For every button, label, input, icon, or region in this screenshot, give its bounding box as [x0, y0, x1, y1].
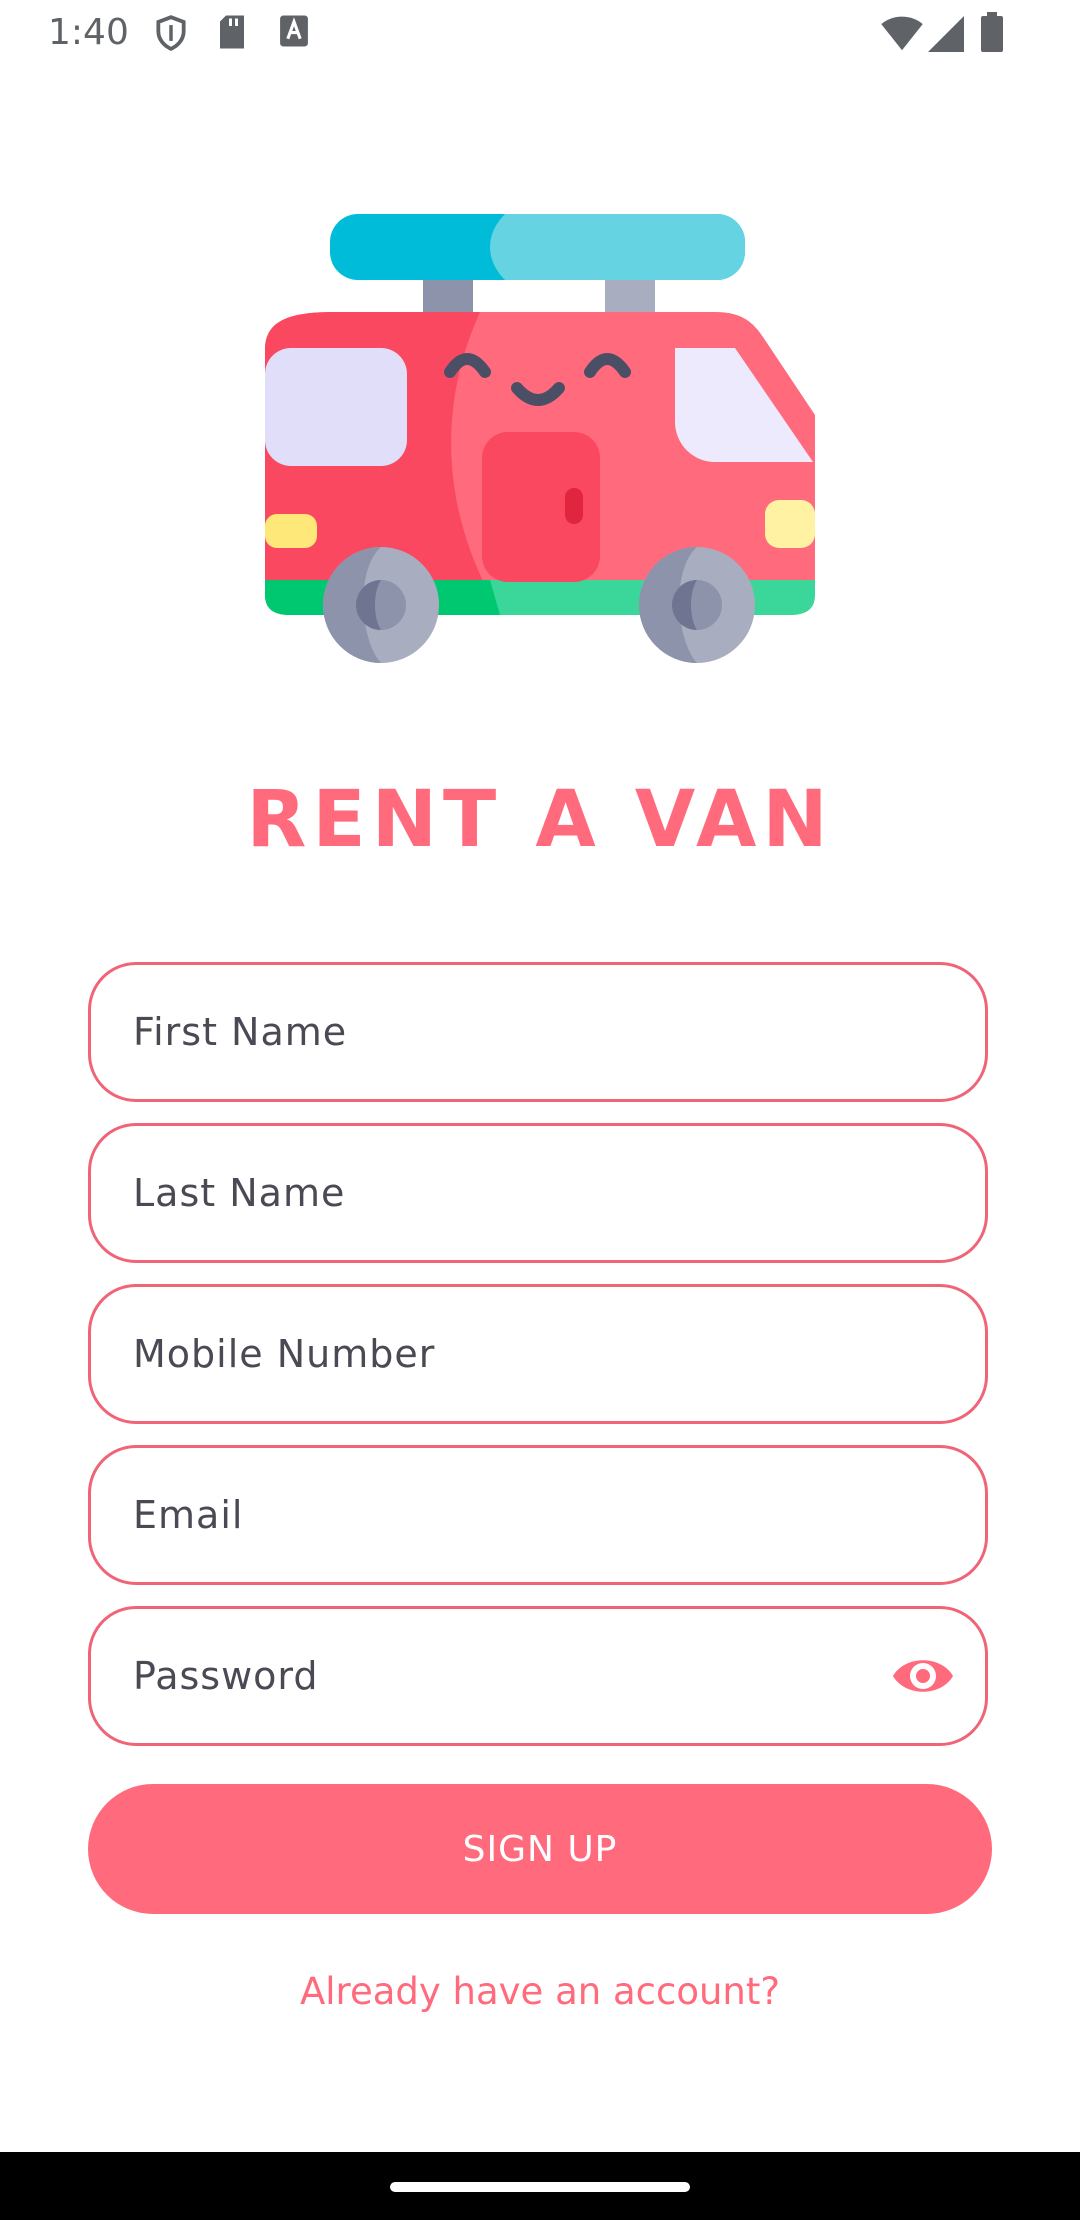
navigation-bar [0, 2152, 1080, 2220]
status-time: 1:40 [48, 12, 129, 53]
mobile-number-field[interactable] [88, 1284, 988, 1424]
password-input[interactable] [133, 1609, 893, 1743]
login-link[interactable]: Already have an account? [0, 1962, 1080, 2022]
wifi-icon [881, 16, 923, 51]
font-a-icon [280, 15, 308, 47]
first-name-field[interactable] [88, 962, 988, 1102]
last-name-input[interactable] [133, 1126, 893, 1260]
password-field[interactable] [88, 1606, 988, 1746]
mobile-number-input[interactable] [133, 1287, 893, 1421]
status-bar: 1:40 [0, 0, 1080, 66]
signup-button[interactable]: SIGN UP [88, 1784, 992, 1914]
email-input[interactable] [133, 1448, 893, 1582]
home-indicator[interactable] [390, 2182, 690, 2192]
first-name-input[interactable] [133, 965, 893, 1099]
battery-icon [981, 12, 1003, 52]
eye-icon[interactable] [891, 1651, 955, 1701]
shield-icon [156, 15, 186, 51]
sd-card-icon [220, 15, 244, 49]
email-field[interactable] [88, 1445, 988, 1585]
signal-icon [928, 16, 964, 52]
last-name-field[interactable] [88, 1123, 988, 1263]
van-illustration [265, 214, 815, 663]
app-title: RENT A VAN [246, 775, 834, 865]
